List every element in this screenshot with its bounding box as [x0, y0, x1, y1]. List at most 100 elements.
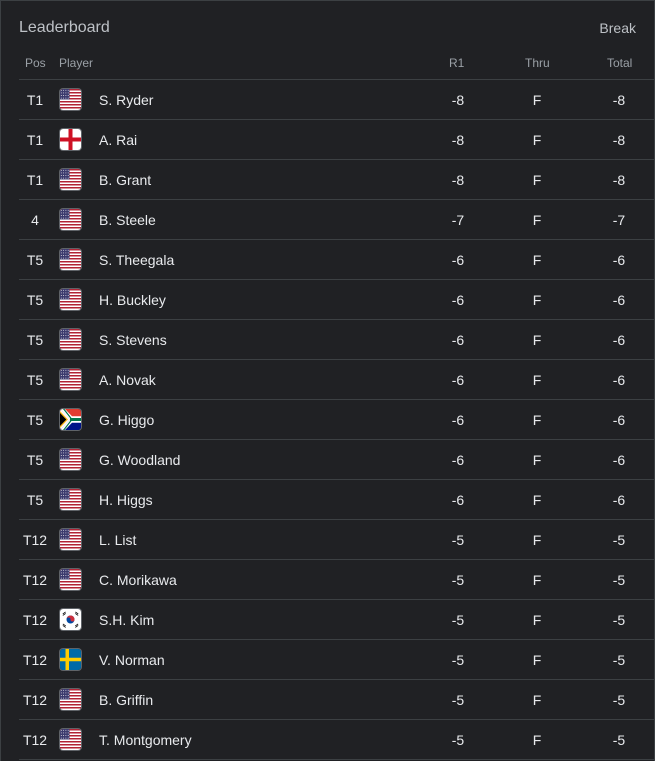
- column-header-pos[interactable]: Pos: [25, 56, 46, 70]
- table-row[interactable]: T5 H. Buckley -6 F -6: [19, 280, 654, 320]
- flag-england-icon: [60, 129, 81, 150]
- table-row[interactable]: T5 A. Novak -6 F -6: [19, 360, 654, 400]
- holes-thru: F: [532, 92, 542, 108]
- table-row[interactable]: T5 S. Theegala -6 F -6: [19, 240, 654, 280]
- holes-thru: F: [532, 652, 542, 668]
- player-position: T12: [22, 692, 48, 708]
- table-row[interactable]: T5 S. Stevens -6 F -6: [19, 320, 654, 360]
- column-header-r1[interactable]: R1: [449, 56, 464, 70]
- flag-sweden-icon: [60, 649, 81, 670]
- player-name[interactable]: H. Buckley: [99, 292, 166, 308]
- total-score: -8: [612, 92, 626, 108]
- table-row[interactable]: T12 L. List -5 F -5: [19, 520, 654, 560]
- player-position: T5: [26, 292, 44, 308]
- holes-thru: F: [532, 732, 542, 748]
- table-row[interactable]: T1 B. Grant -8 F -8: [19, 160, 654, 200]
- total-score: -6: [612, 452, 626, 468]
- player-name[interactable]: V. Norman: [99, 652, 165, 668]
- total-score: -5: [612, 532, 626, 548]
- round1-score: -6: [451, 332, 465, 348]
- table-row[interactable]: T12 S.H. Kim -5 F -5: [19, 600, 654, 640]
- round1-score: -8: [451, 132, 465, 148]
- holes-thru: F: [532, 492, 542, 508]
- player-position: T5: [26, 372, 44, 388]
- flag-usa-icon: [60, 729, 81, 750]
- player-name[interactable]: A. Rai: [99, 132, 137, 148]
- player-position: T1: [26, 92, 44, 108]
- player-position: T5: [26, 452, 44, 468]
- column-header-player[interactable]: Player: [59, 56, 93, 70]
- player-name[interactable]: B. Steele: [99, 212, 156, 228]
- player-position: T1: [26, 172, 44, 188]
- round1-score: -8: [451, 172, 465, 188]
- column-header-total[interactable]: Total: [607, 56, 632, 70]
- player-position: T12: [22, 612, 48, 628]
- round1-score: -7: [451, 212, 465, 228]
- player-name[interactable]: B. Grant: [99, 172, 151, 188]
- player-position: T12: [22, 732, 48, 748]
- flag-usa-icon: [60, 249, 81, 270]
- round1-score: -5: [451, 612, 465, 628]
- player-position: T1: [26, 132, 44, 148]
- player-name[interactable]: S.H. Kim: [99, 612, 154, 628]
- holes-thru: F: [532, 172, 542, 188]
- player-name[interactable]: A. Novak: [99, 372, 156, 388]
- player-name[interactable]: G. Woodland: [99, 452, 180, 468]
- round1-score: -6: [451, 372, 465, 388]
- player-name[interactable]: S. Theegala: [99, 252, 174, 268]
- holes-thru: F: [532, 412, 542, 428]
- table-row[interactable]: T12 V. Norman -5 F -5: [19, 640, 654, 680]
- table-row[interactable]: T5 G. Higgo -6 F -6: [19, 400, 654, 440]
- round1-score: -6: [451, 252, 465, 268]
- player-name[interactable]: L. List: [99, 532, 136, 548]
- round1-score: -6: [451, 492, 465, 508]
- player-name[interactable]: B. Griffin: [99, 692, 153, 708]
- holes-thru: F: [532, 212, 542, 228]
- player-name[interactable]: S. Ryder: [99, 92, 153, 108]
- player-name[interactable]: S. Stevens: [99, 332, 167, 348]
- holes-thru: F: [532, 692, 542, 708]
- flag-usa-icon: [60, 489, 81, 510]
- round1-score: -5: [451, 572, 465, 588]
- holes-thru: F: [532, 572, 542, 588]
- player-name[interactable]: H. Higgs: [99, 492, 153, 508]
- player-name[interactable]: G. Higgo: [99, 412, 154, 428]
- table-row[interactable]: T1 A. Rai -8 F -8: [19, 120, 654, 160]
- total-score: -5: [612, 652, 626, 668]
- table-row[interactable]: T5 H. Higgs -6 F -6: [19, 480, 654, 520]
- leaderboard-header: Leaderboard Break: [19, 19, 636, 39]
- holes-thru: F: [532, 452, 542, 468]
- table-row[interactable]: T1 S. Ryder -8 F -8: [19, 80, 654, 120]
- holes-thru: F: [532, 372, 542, 388]
- round1-score: -5: [451, 692, 465, 708]
- table-row[interactable]: T5 G. Woodland -6 F -6: [19, 440, 654, 480]
- column-header-thru[interactable]: Thru: [525, 56, 550, 70]
- total-score: -8: [612, 172, 626, 188]
- flag-usa-icon: [60, 529, 81, 550]
- round1-score: -6: [451, 292, 465, 308]
- flag-usa-icon: [60, 449, 81, 470]
- flag-usa-icon: [60, 689, 81, 710]
- total-score: -7: [612, 212, 626, 228]
- total-score: -6: [612, 412, 626, 428]
- holes-thru: F: [532, 292, 542, 308]
- table-row[interactable]: 4 B. Steele -7 F -7: [19, 200, 654, 240]
- round1-score: -5: [451, 532, 465, 548]
- player-position: T12: [22, 572, 48, 588]
- player-position: T5: [26, 412, 44, 428]
- holes-thru: F: [532, 132, 542, 148]
- break-link[interactable]: Break: [599, 20, 636, 36]
- total-score: -5: [612, 692, 626, 708]
- table-row[interactable]: T12 T. Montgomery -5 F -5: [19, 720, 654, 760]
- player-name[interactable]: T. Montgomery: [99, 732, 192, 748]
- flag-usa-icon: [60, 209, 81, 230]
- holes-thru: F: [532, 332, 542, 348]
- player-name[interactable]: C. Morikawa: [99, 572, 177, 588]
- table-row[interactable]: T12 C. Morikawa -5 F -5: [19, 560, 654, 600]
- total-score: -6: [612, 492, 626, 508]
- player-position: T12: [22, 532, 48, 548]
- total-score: -5: [612, 572, 626, 588]
- table-row[interactable]: T12 B. Griffin -5 F -5: [19, 680, 654, 720]
- flag-south-africa-icon: [60, 409, 81, 430]
- total-score: -6: [612, 372, 626, 388]
